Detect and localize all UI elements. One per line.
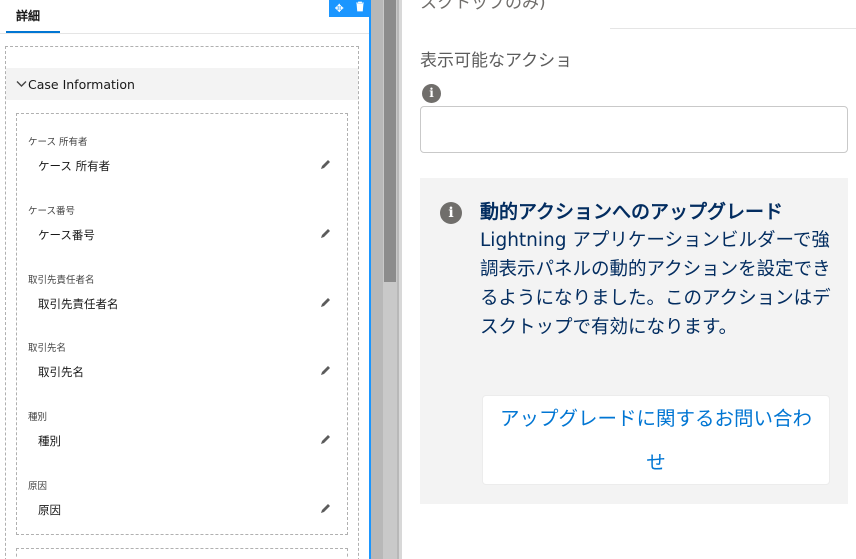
field-case-owner[interactable]: ケース 所有者 ケース 所有者: [28, 134, 338, 184]
chevron-down-icon[interactable]: [6, 78, 28, 91]
field-value: ケース番号: [38, 228, 95, 242]
section-header-case-information[interactable]: Case Information: [6, 68, 358, 100]
field-value: 取引先責任者名: [38, 297, 119, 311]
field-value: 原因: [38, 503, 61, 517]
pencil-icon[interactable]: [320, 158, 332, 170]
upgrade-title: 動的アクションへのアップグレード: [480, 201, 784, 223]
move-icon[interactable]: ✥: [332, 0, 346, 17]
pencil-icon[interactable]: [320, 433, 332, 445]
next-section[interactable]: [16, 548, 348, 559]
field-contact-name[interactable]: 取引先責任者名 取引先責任者名: [28, 272, 338, 322]
pencil-icon[interactable]: [320, 227, 332, 239]
info-icon[interactable]: i: [422, 84, 441, 103]
field-type[interactable]: 種別 種別: [28, 409, 338, 459]
upgrade-contact-button[interactable]: アップグレードに関するお問い合わせ: [482, 395, 830, 485]
pencil-icon[interactable]: [320, 296, 332, 308]
visible-actions-label: 表示可能なアクショ: [420, 51, 573, 71]
cut-off-label: スクトップのみ): [420, 0, 546, 13]
tab-detail[interactable]: 詳細: [6, 6, 60, 33]
info-icon: i: [440, 202, 462, 224]
tab-bar: 詳細: [0, 0, 370, 34]
field-case-number[interactable]: ケース番号 ケース番号: [28, 203, 338, 253]
field-account-name[interactable]: 取引先名 取引先名: [28, 340, 338, 390]
pencil-icon[interactable]: [320, 502, 332, 514]
field-value: 種別: [38, 434, 61, 448]
section-title: Case Information: [28, 76, 135, 92]
scrollbar-thumb[interactable]: [384, 0, 396, 282]
field-label: 取引先名: [28, 343, 67, 354]
upgrade-card: i 動的アクションへのアップグレード Lightning アプリケーションビルダ…: [420, 178, 848, 504]
tab-detail-label: 詳細: [15, 9, 40, 23]
upgrade-description: Lightning アプリケーションビルダーで強調表示パネルの動的アクションを設…: [480, 230, 831, 338]
field-label: 取引先責任者名: [28, 275, 95, 286]
pencil-icon[interactable]: [320, 364, 332, 376]
divider: [610, 28, 856, 29]
property-panel: スクトップのみ) 表示可能なアクショ i i 動的アクションへのアップグレード …: [402, 0, 856, 559]
visible-actions-field[interactable]: [420, 106, 848, 153]
field-reason[interactable]: 原因 原因: [28, 478, 338, 528]
canvas-pane: 詳細 ✥ Case Information ケース 所有者 ケース 所有者 ケー…: [0, 0, 370, 559]
field-label: ケース 所有者: [28, 137, 88, 148]
component-toolbar: ✥: [329, 0, 370, 17]
field-label: 種別: [28, 412, 48, 423]
delete-icon[interactable]: [353, 0, 367, 17]
field-value: ケース 所有者: [38, 159, 111, 173]
field-value: 取引先名: [38, 365, 84, 379]
field-label: ケース番号: [28, 206, 76, 217]
field-label: 原因: [28, 481, 48, 492]
